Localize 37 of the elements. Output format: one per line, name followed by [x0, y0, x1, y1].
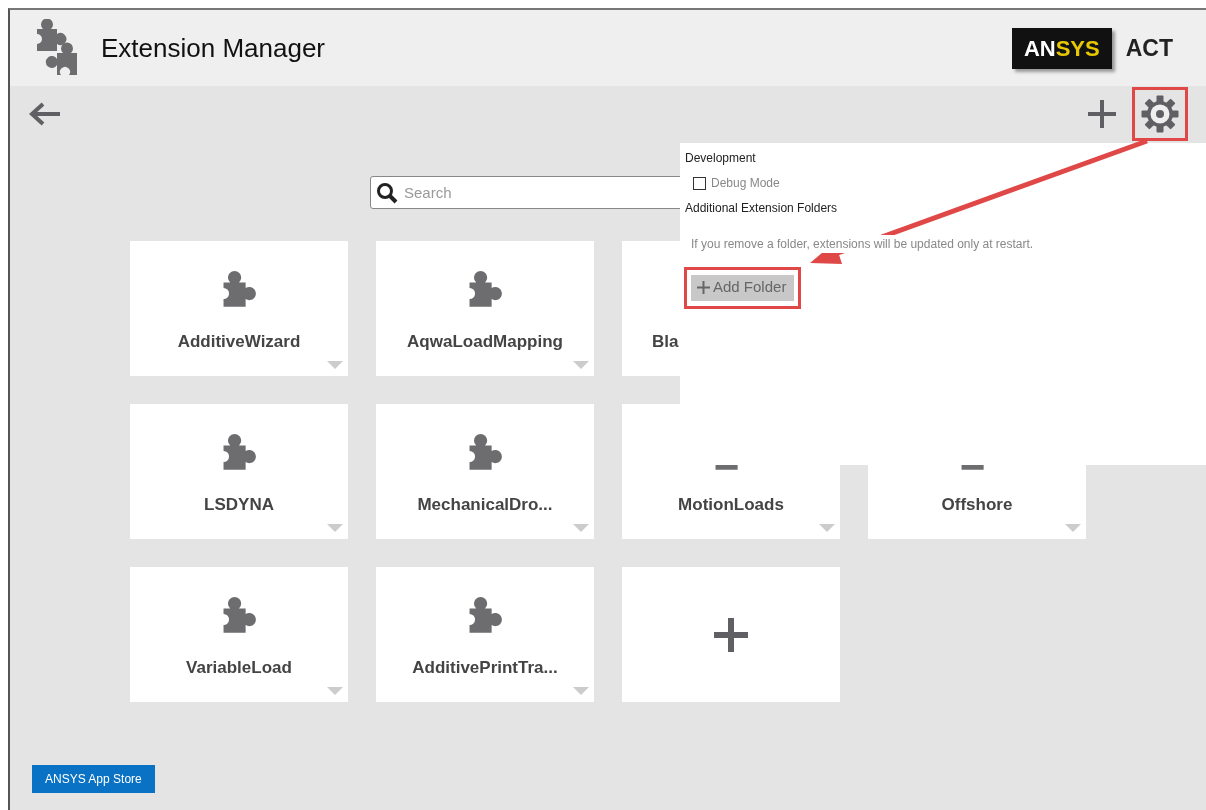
caret-icon[interactable] — [1065, 523, 1081, 532]
info-text: If you remove a folder, extensions will be updated only at restart. — [691, 235, 1034, 253]
product-name: ACT — [1125, 33, 1173, 63]
extension-name: Offshore — [941, 494, 1013, 516]
caret-icon[interactable] — [327, 523, 343, 532]
extension-tile[interactable]: VariableLoad — [130, 567, 348, 702]
extension-name: AdditiveWizard — [177, 331, 301, 353]
extension-name: MechanicalDro... — [417, 494, 553, 516]
back-arrow-icon[interactable] — [28, 101, 62, 127]
extension-name: Bla — [652, 331, 679, 353]
extension-name: LSDYNA — [204, 494, 274, 516]
caret-icon[interactable] — [573, 360, 589, 369]
checkbox-label: Debug Mode — [711, 175, 780, 192]
section-heading: Development — [685, 150, 757, 167]
caret-icon[interactable] — [573, 523, 589, 532]
plus-icon — [697, 280, 710, 294]
caret-icon[interactable] — [819, 523, 835, 532]
add-icon[interactable] — [1086, 98, 1118, 130]
extension-name: AdditivePrintTra... — [412, 657, 558, 679]
extension-name: AqwaLoadMapping — [407, 331, 563, 353]
extension-tile[interactable]: LSDYNA — [130, 404, 348, 539]
extension-tile[interactable]: AqwaLoadMapping — [376, 241, 594, 376]
caret-icon[interactable] — [327, 360, 343, 369]
brand-logo: ANSYS — [1011, 27, 1112, 69]
add-extension-tile[interactable] — [622, 567, 840, 702]
settings-icon[interactable] — [1140, 94, 1180, 134]
app-title: Extension Manager — [101, 31, 326, 65]
app-store-button[interactable]: ANSYS App Store — [32, 765, 155, 793]
caret-icon[interactable] — [573, 686, 589, 695]
add-icon — [714, 617, 748, 652]
extension-tile[interactable]: MechanicalDro... — [376, 404, 594, 539]
extension-name: MotionLoads — [678, 494, 784, 516]
extension-name: VariableLoad — [186, 657, 292, 679]
caret-icon[interactable] — [327, 686, 343, 695]
checkbox[interactable] — [693, 176, 706, 190]
extension-tile[interactable]: AdditiveWizard — [130, 241, 348, 376]
extension-tile[interactable]: AdditivePrintTra... — [376, 567, 594, 702]
